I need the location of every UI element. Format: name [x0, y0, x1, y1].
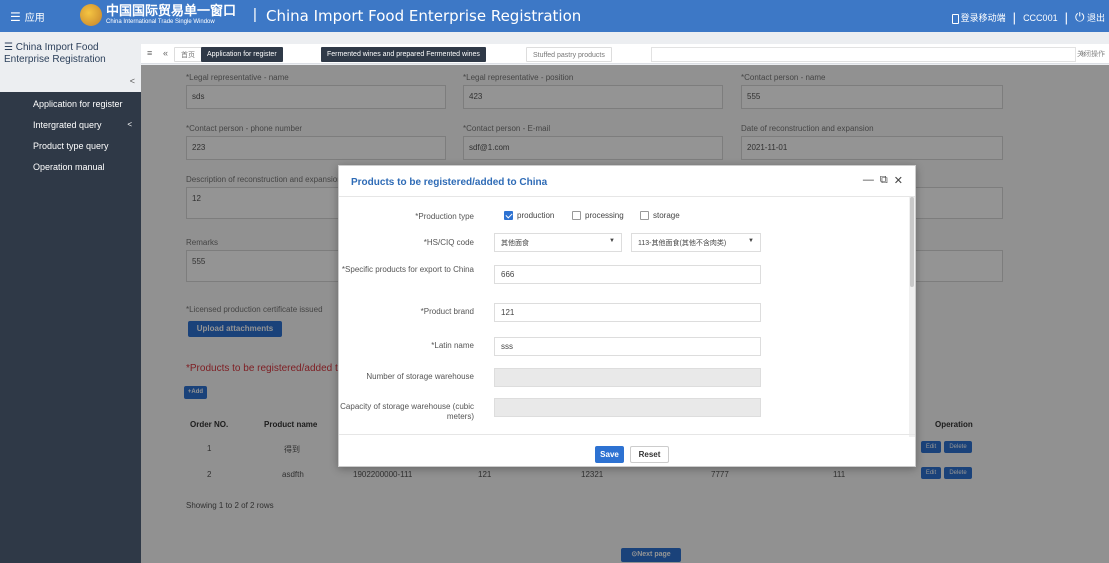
specific-products-input[interactable]: 666 [494, 265, 761, 284]
modal-title: Products to be registered/added to China [351, 177, 548, 188]
app-title: China Import Food Enterprise Registratio… [266, 7, 582, 25]
mobile-icon [951, 13, 959, 24]
divider: | [1012, 10, 1017, 25]
divider: | [1064, 10, 1068, 25]
logout-button[interactable]: ⏻ 退出 [1075, 10, 1105, 25]
maximize-icon[interactable]: ⧉ [880, 174, 888, 187]
scroll-left-icon[interactable]: « [163, 48, 168, 58]
collapse-icon[interactable]: < [130, 75, 135, 87]
storage-number-input [494, 368, 761, 387]
storage-capacity-label: Capacity of storage warehouse (cubic met… [340, 402, 474, 421]
single-window-logo [80, 4, 102, 26]
processing-checkbox[interactable]: processing [572, 211, 624, 220]
hs-category-value: 其他面食 [501, 240, 529, 247]
production-checkbox[interactable]: production [504, 211, 554, 220]
modal-divider [339, 196, 915, 197]
tab-strip-space [651, 47, 1076, 62]
checkbox-icon [640, 211, 649, 220]
storage-checkbox[interactable]: storage [640, 211, 680, 220]
sidebar-item-label: Operation manual [33, 162, 105, 172]
close-operations[interactable]: 关闭操作 [1077, 49, 1105, 59]
caret-down-icon: ▼ [748, 238, 754, 244]
sidebar-item-label: Application for register [33, 99, 123, 109]
tab-home[interactable]: 首页 [174, 47, 202, 62]
tab-application[interactable]: Application for register [201, 47, 283, 62]
caret-down-icon: ▼ [609, 238, 615, 244]
storage-option-label: storage [653, 211, 680, 220]
sidebar-item-operation-manual[interactable]: Operation manual [0, 157, 141, 177]
mobile-login[interactable]: 登录移动端 [951, 11, 1006, 24]
sidebar-item-integrated-query[interactable]: Intergrated query < [0, 115, 141, 135]
hs-code-label: *HS/CIQ code [423, 238, 474, 247]
product-brand-input[interactable]: 121 [494, 303, 761, 322]
brand-cn: 中国国际贸易单一窗口 [106, 3, 237, 18]
sidebar-item-label: Intergrated query [33, 120, 102, 130]
production-type-label: *Production type [415, 212, 474, 221]
latin-name-label: *Latin name [431, 341, 474, 350]
apps-label: 应用 [24, 13, 45, 24]
hs-category-select[interactable]: 其他面食 ▼ [494, 233, 622, 252]
storage-number-label: Number of storage warehouse [366, 372, 474, 381]
sidebar-header: ☰ China Import Food Enterprise Registrat… [0, 32, 141, 92]
menu-toggle-icon[interactable]: ≡ [147, 48, 152, 58]
product-modal: Products to be registered/added to China… [338, 165, 916, 467]
list-icon: ☰ [4, 42, 13, 53]
product-brand-label: *Product brand [420, 307, 474, 316]
modal-scrollbar[interactable] [909, 197, 915, 437]
title-separator: | [253, 6, 257, 23]
close-icon[interactable]: ✕ [894, 174, 903, 187]
user-name[interactable]: CCC001 [1023, 13, 1058, 23]
save-button[interactable]: Save [595, 446, 624, 463]
sidebar-item-label: Product type query [33, 141, 109, 151]
specific-products-label: *Specific products for export to China [341, 265, 474, 274]
modal-footer-divider [339, 434, 915, 435]
tab-fermented-wines[interactable]: Fermented wines and prepared Fermented w… [321, 47, 486, 62]
top-header: ☰ 应用 中国国际贸易单一窗口 China International Trad… [0, 0, 1109, 32]
tab-stuffed-pastry[interactable]: Stuffed pastry products [526, 47, 612, 62]
checkbox-checked-icon [504, 211, 513, 220]
latin-name-input[interactable]: sss [494, 337, 761, 356]
modal-controls: — ⧉ ✕ [863, 174, 903, 187]
apps-menu[interactable]: ☰ 应用 [10, 9, 45, 25]
production-option-label: production [517, 211, 555, 220]
mobile-login-label: 登录移动端 [960, 13, 1006, 23]
menu-icon: ☰ [10, 9, 21, 24]
power-icon: ⏻ [1074, 10, 1085, 24]
checkbox-icon [572, 211, 581, 220]
storage-capacity-input [494, 398, 761, 417]
scrollbar-thumb[interactable] [910, 197, 914, 287]
processing-option-label: processing [585, 211, 624, 220]
hs-code-select[interactable]: 113-其他面食(其他不含肉类) ▼ [631, 233, 761, 252]
minimize-icon[interactable]: — [863, 174, 874, 187]
brand-en: China International Trade Single Window [106, 19, 215, 25]
sidebar-item-product-type-query[interactable]: Product type query [0, 136, 141, 156]
tab-bar: ≡ « 首页 Application for register Fermente… [141, 44, 1109, 64]
logout-label: 退出 [1086, 13, 1105, 23]
sidebar: ☰ China Import Food Enterprise Registrat… [0, 32, 141, 563]
reset-button[interactable]: Reset [630, 446, 669, 463]
sidebar-item-application[interactable]: Application for register [0, 94, 141, 114]
sidebar-title: China Import Food Enterprise Registratio… [4, 42, 106, 65]
brand: 中国国际贸易单一窗口 China International Trade Sin… [106, 4, 236, 26]
hs-code-value: 113-其他面食(其他不含肉类) [638, 240, 727, 247]
header-right: 登录移动端 | CCC001 | ⏻ 退出 [951, 10, 1105, 25]
chevron-left-icon: < [127, 120, 132, 129]
